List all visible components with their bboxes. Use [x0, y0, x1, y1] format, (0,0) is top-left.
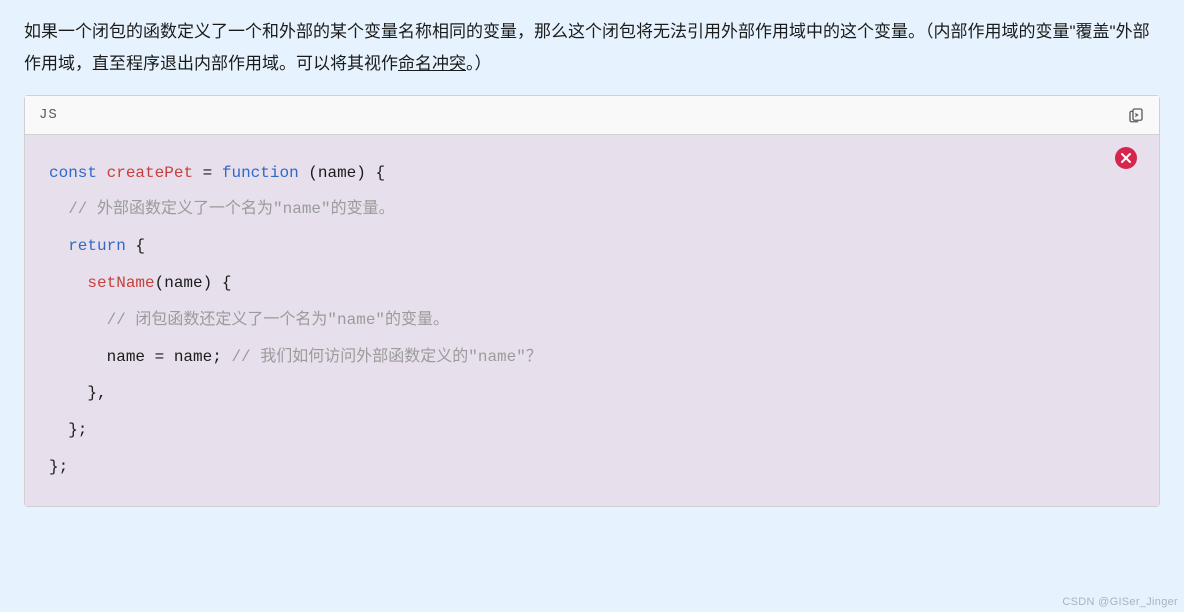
token-close: };: [68, 421, 87, 439]
token-keyword: function: [222, 164, 299, 182]
error-icon[interactable]: [1115, 147, 1137, 169]
explanatory-paragraph: 如果一个闭包的函数定义了一个和外部的某个变量名称相同的变量，那么这个闭包将无法引…: [0, 0, 1184, 95]
token-brace: {: [126, 237, 145, 255]
language-label: JS: [39, 107, 58, 123]
token-comment: // 闭包函数还定义了一个名为"name"的变量。: [107, 311, 449, 329]
token-function-name: createPet: [107, 164, 193, 182]
paragraph-text-1: 如果一个闭包的函数定义了一个和外部的某个变量名称相同的变量，那么这个闭包将无法引…: [24, 22, 1150, 73]
token-signature: (name) {: [299, 164, 385, 182]
token-op: =: [193, 164, 222, 182]
token-close: };: [49, 458, 68, 476]
token-comment: // 我们如何访问外部函数定义的"name"？: [231, 348, 541, 366]
token-comment: // 外部函数定义了一个名为"name"的变量。: [68, 200, 394, 218]
token-keyword: return: [68, 237, 126, 255]
paragraph-text-2: 。）: [466, 54, 492, 73]
code-header: JS: [25, 96, 1159, 135]
clipboard-icon[interactable]: [1127, 106, 1145, 124]
token-method-name: setName: [87, 274, 154, 292]
code-block: JS const createPet = function (name) { /…: [24, 95, 1160, 507]
token-close: },: [87, 384, 106, 402]
token-keyword: const: [49, 164, 97, 182]
code-body: const createPet = function (name) { // 外…: [25, 135, 1159, 506]
watermark: CSDN @GISer_Jinger: [1062, 596, 1178, 608]
naming-conflict-link[interactable]: 命名冲突: [398, 54, 466, 73]
token-assignment: name = name;: [107, 348, 232, 366]
token-signature: (name) {: [155, 274, 232, 292]
